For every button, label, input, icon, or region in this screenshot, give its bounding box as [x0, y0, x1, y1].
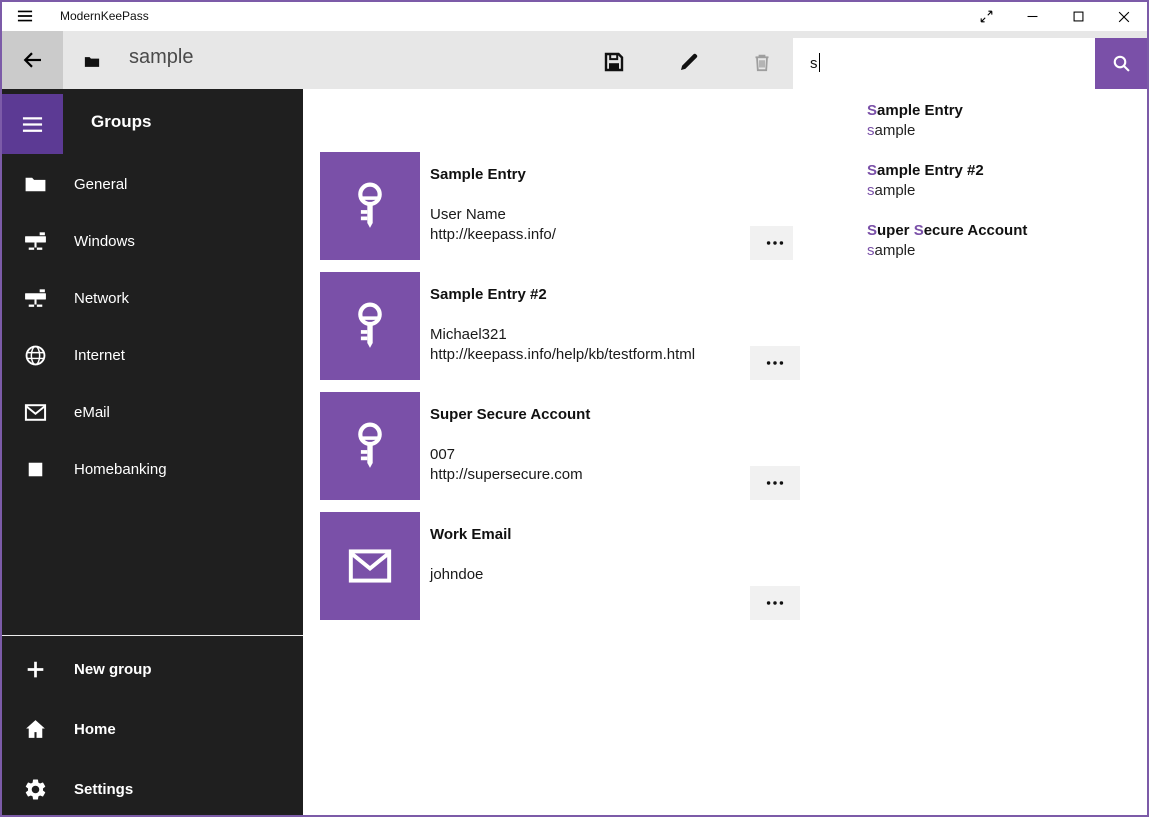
app-window: ModernKeePass sample: [0, 0, 1149, 817]
more-options-button[interactable]: [750, 466, 800, 500]
network-icon: [23, 229, 48, 254]
entry-title: Work Email: [430, 525, 511, 545]
entry-tile[interactable]: [320, 392, 420, 500]
entry-url: http://keepass.info/: [430, 225, 556, 245]
sidebar-item-homebanking[interactable]: Homebanking: [2, 441, 303, 498]
sidebar-item-home[interactable]: Home: [2, 699, 303, 759]
pane-toggle-button[interactable]: [2, 94, 63, 154]
sidebar-item-internet[interactable]: Internet: [2, 327, 303, 384]
entry-title: Super Secure Account: [430, 405, 590, 425]
ellipsis-icon: [764, 352, 786, 374]
database-icon: [83, 53, 101, 71]
network-icon: [23, 286, 48, 311]
edit-button[interactable]: [677, 50, 701, 74]
entry-tile[interactable]: [320, 272, 420, 380]
suggestion-sample-entry-2[interactable]: Sample Entry #2 sample: [867, 161, 984, 201]
search-icon: [1111, 53, 1132, 74]
suggestion-subtitle: sample: [867, 181, 984, 201]
sidebar: Groups General Windows Network Internet …: [2, 89, 303, 815]
home-icon: [23, 717, 48, 742]
save-button[interactable]: [602, 50, 626, 74]
globe-icon: [23, 343, 48, 368]
close-button[interactable]: [1101, 2, 1147, 31]
minimize-icon: [1024, 8, 1041, 25]
fullscreen-button[interactable]: [963, 2, 1009, 31]
sidebar-item-network[interactable]: Network: [2, 270, 303, 327]
ellipsis-icon: [764, 232, 786, 254]
fullscreen-icon: [978, 8, 995, 25]
folder-icon: [23, 172, 48, 197]
sidebar-item-email[interactable]: eMail: [2, 384, 303, 441]
search-suggestions: Sample Entry sample Sample Entry #2 samp…: [793, 89, 1147, 275]
database-title: sample: [129, 46, 193, 69]
plus-icon: [23, 657, 48, 682]
hamburger-icon: [15, 6, 35, 26]
key-icon: [342, 418, 398, 474]
gear-icon: [23, 777, 48, 802]
back-arrow-icon: [21, 48, 45, 72]
ellipsis-icon: [764, 592, 786, 614]
back-button[interactable]: [2, 31, 63, 89]
search-button[interactable]: [1095, 38, 1147, 89]
trash-icon: [750, 50, 774, 74]
minimize-button[interactable]: [1009, 2, 1055, 31]
sidebar-item-settings[interactable]: Settings: [2, 759, 303, 817]
close-icon: [1115, 8, 1133, 26]
suggestion-super-secure-account[interactable]: Super Secure Account sample: [867, 221, 1027, 261]
window-controls: [963, 2, 1147, 31]
system-menu-button[interactable]: [14, 6, 36, 28]
maximize-icon: [1070, 8, 1087, 25]
sidebar-item-windows[interactable]: Windows: [2, 213, 303, 270]
ellipsis-icon: [764, 472, 786, 494]
entry-url: http://keepass.info/help/kb/testform.htm…: [430, 345, 695, 365]
entry-row-work-email[interactable]: Work Email johndoe: [303, 512, 1147, 620]
entry-row-super-secure-account[interactable]: Super Secure Account 007 http://supersec…: [303, 392, 1147, 500]
entry-username: User Name: [430, 205, 556, 225]
suggestion-sample-entry[interactable]: Sample Entry sample: [867, 101, 963, 141]
entry-tile[interactable]: [320, 512, 420, 620]
entry-title: Sample Entry #2: [430, 285, 547, 305]
entry-username: johndoe: [430, 565, 483, 585]
sidebar-item-new-group[interactable]: New group: [2, 639, 303, 699]
envelope-icon: [345, 541, 395, 591]
search-input[interactable]: s: [793, 38, 1095, 89]
text-caret: [819, 53, 820, 72]
key-icon: [342, 298, 398, 354]
title-bar: ModernKeePass: [2, 2, 1147, 31]
entry-title: Sample Entry: [430, 165, 526, 185]
maximize-button[interactable]: [1055, 2, 1101, 31]
key-icon: [342, 178, 398, 234]
sidebar-separator: [2, 635, 303, 636]
suggestion-title: Sample Entry: [867, 101, 963, 121]
entry-row-sample-entry-2[interactable]: Sample Entry #2 Michael321 http://keepas…: [303, 272, 1147, 380]
entry-username: Michael321: [430, 325, 695, 345]
more-options-button[interactable]: [750, 586, 800, 620]
hamburger-icon: [19, 111, 46, 138]
suggestion-title: Sample Entry #2: [867, 161, 984, 181]
save-icon: [602, 50, 626, 74]
suggestion-subtitle: sample: [867, 121, 963, 141]
entry-url: http://supersecure.com: [430, 465, 583, 485]
envelope-icon: [23, 400, 48, 425]
suggestion-title: Super Secure Account: [867, 221, 1027, 241]
groups-header: Groups: [91, 112, 151, 132]
square-icon: [23, 457, 48, 482]
entry-tile[interactable]: [320, 152, 420, 260]
entry-username: 007: [430, 445, 583, 465]
suggestion-subtitle: sample: [867, 241, 1027, 261]
more-options-button[interactable]: [750, 346, 800, 380]
delete-button[interactable]: [750, 50, 774, 74]
window-title: ModernKeePass: [60, 9, 149, 23]
sidebar-item-general[interactable]: General: [2, 156, 303, 213]
pencil-icon: [677, 50, 701, 74]
search-value: s: [810, 55, 818, 72]
